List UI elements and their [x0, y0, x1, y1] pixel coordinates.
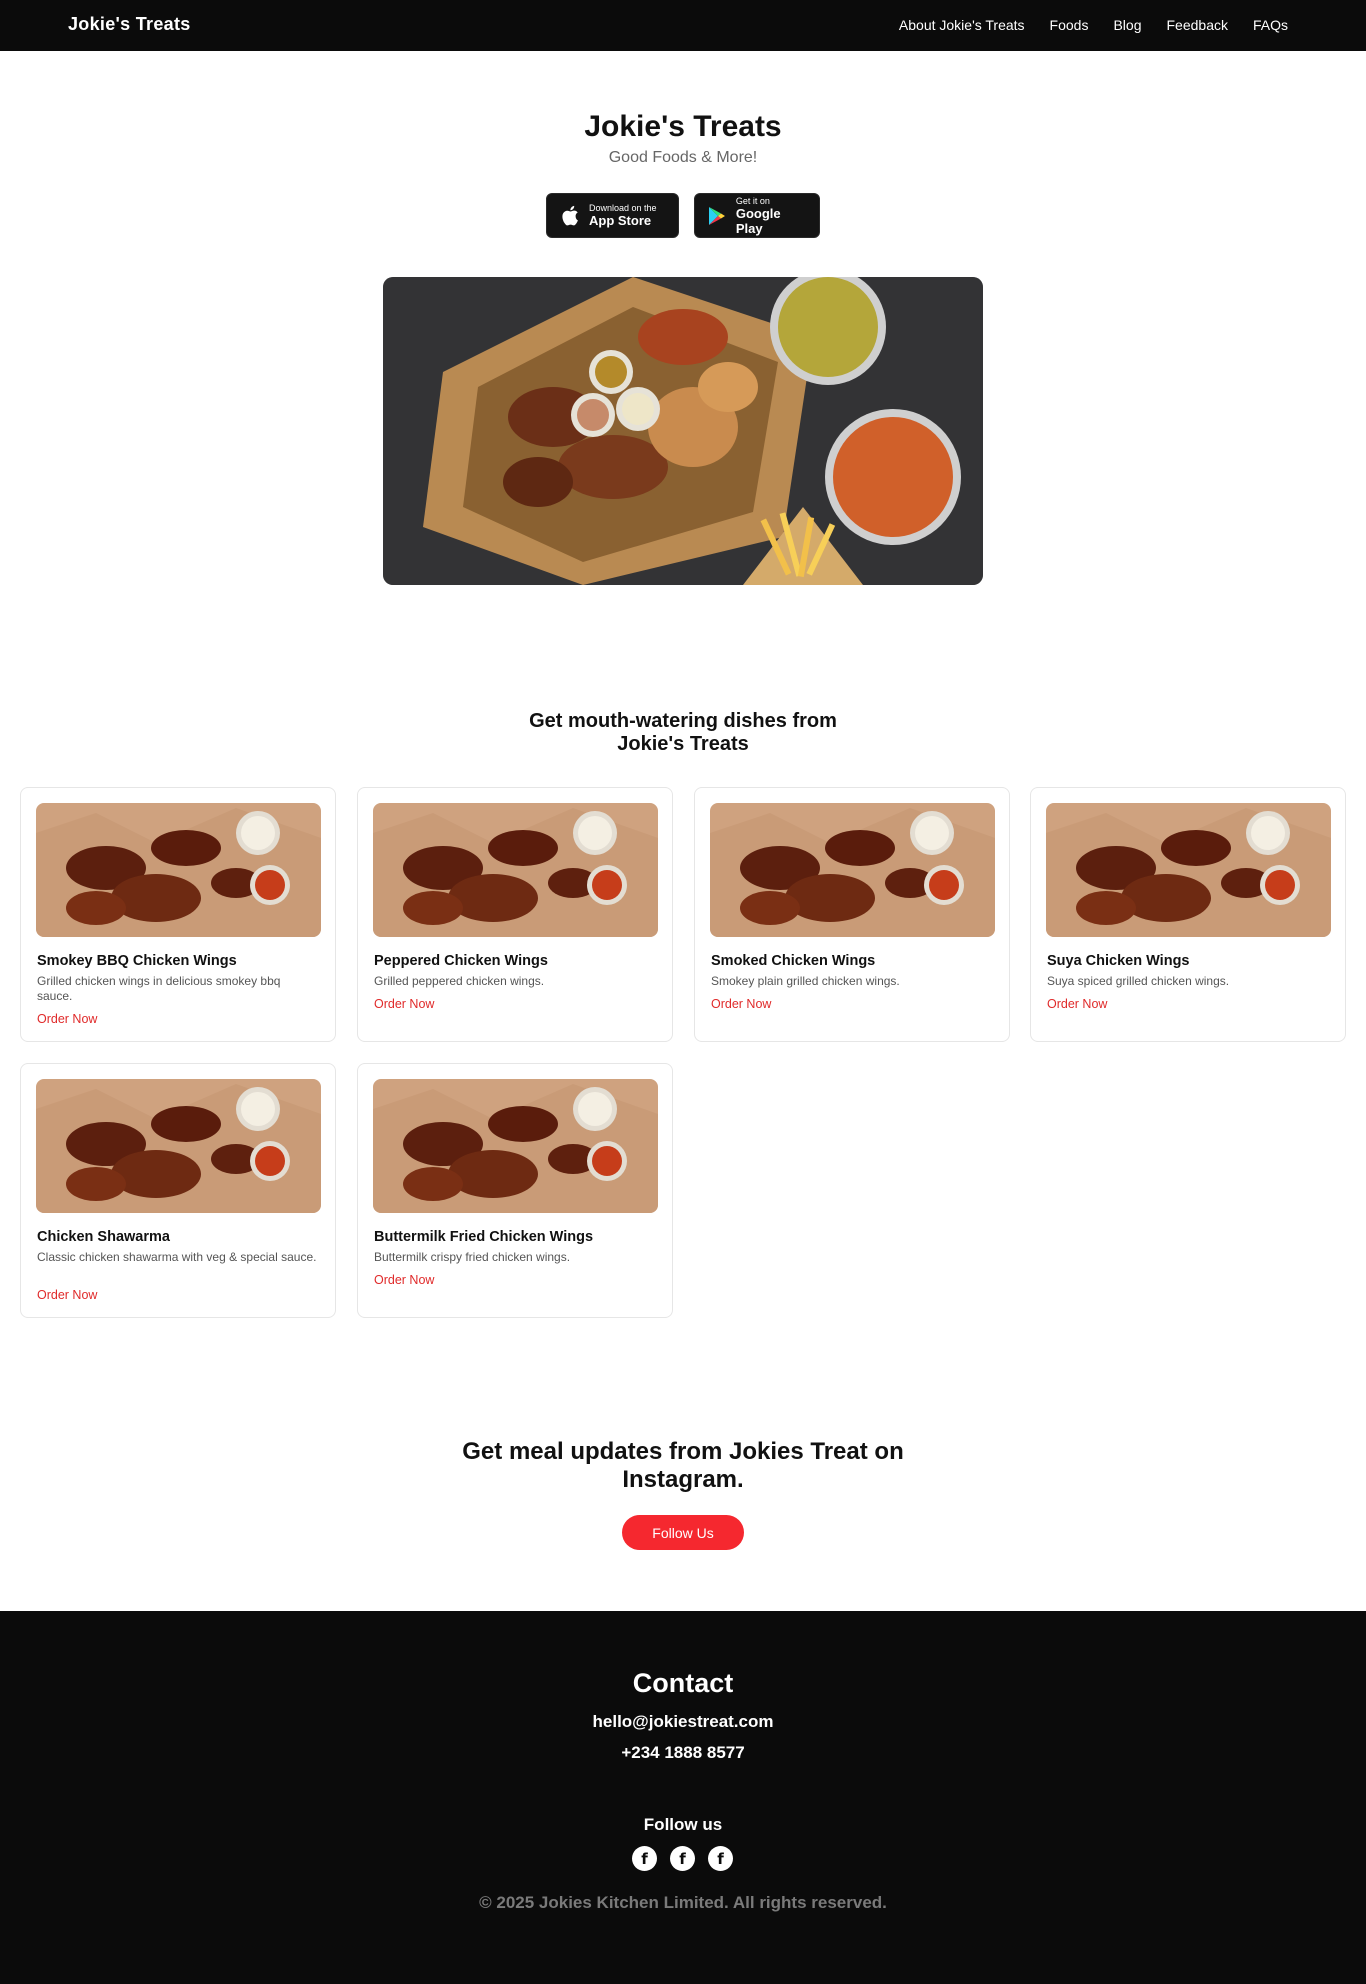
dish-name: Chicken Shawarma: [37, 1229, 170, 1245]
dish-card: Buttermilk Fried Chicken Wings Buttermil…: [357, 1063, 673, 1318]
brand-logo[interactable]: Jokie's Treats: [68, 14, 191, 35]
apple-icon: [559, 204, 581, 228]
dish-card: Peppered Chicken Wings Grilled peppered …: [357, 787, 673, 1042]
dish-name: Smoked Chicken Wings: [711, 953, 876, 969]
dish-image: [1046, 803, 1331, 937]
order-now-link[interactable]: Order Now: [374, 997, 434, 1011]
app-store-button[interactable]: Download on the App Store: [546, 193, 679, 238]
footer-phone[interactable]: +234 1888 8577: [0, 1743, 1366, 1763]
google-play-small-label: Get it on: [735, 195, 770, 206]
nav-links: About Jokie's Treats Foods Blog Feedback…: [899, 17, 1288, 33]
app-store-label: App Store: [589, 213, 652, 228]
dish-image: [36, 803, 321, 937]
facebook-icon[interactable]: f: [632, 1846, 657, 1871]
instagram-title-line2: Instagram.: [622, 1466, 744, 1493]
dish-description: Buttermilk crispy fried chicken wings.: [374, 1250, 571, 1264]
nav-link-foods[interactable]: Foods: [1050, 17, 1089, 33]
dish-image: [36, 1079, 321, 1213]
hero-title: Jokie's Treats: [584, 110, 782, 143]
google-play-button[interactable]: Get it on Google Play: [694, 193, 820, 238]
dish-card: Smoked Chicken Wings Smokey plain grille…: [694, 787, 1010, 1042]
nav-link-feedback[interactable]: Feedback: [1167, 17, 1228, 33]
dish-description: Smokey plain grilled chicken wings.: [711, 974, 900, 988]
facebook-icon[interactable]: f: [708, 1846, 733, 1871]
order-now-link[interactable]: Order Now: [37, 1288, 97, 1302]
google-play-label: Google Play: [735, 205, 781, 236]
order-now-link[interactable]: Order Now: [374, 1273, 434, 1287]
footer-social-links: f f f: [632, 1846, 733, 1871]
order-now-link[interactable]: Order Now: [1047, 997, 1107, 1011]
footer-contact-title: Contact: [632, 1668, 734, 1698]
nav-link-faqs[interactable]: FAQs: [1253, 17, 1288, 33]
hero-subtitle: Good Foods & More!: [608, 149, 758, 166]
hero-food-image: [383, 277, 983, 585]
dish-name: Buttermilk Fried Chicken Wings: [374, 1229, 594, 1245]
dishes-title-line1: Get mouth-watering dishes from: [529, 710, 837, 732]
dish-card: Smokey BBQ Chicken Wings Grilled chicken…: [20, 787, 336, 1042]
dish-name: Suya Chicken Wings: [1047, 953, 1190, 969]
dish-name: Peppered Chicken Wings: [374, 953, 548, 969]
dish-card: Suya Chicken Wings Suya spiced grilled c…: [1030, 787, 1346, 1042]
dishes-section-title: Get mouth-watering dishes from Jokie's T…: [483, 710, 883, 756]
nav-link-about[interactable]: About Jokie's Treats: [899, 17, 1025, 33]
dish-image: [710, 803, 995, 937]
dish-card: Chicken Shawarma Classic chicken shawarm…: [20, 1063, 336, 1318]
store-buttons: Download on the App Store Get it on Goog…: [546, 193, 820, 238]
order-now-link[interactable]: Order Now: [37, 1012, 97, 1026]
top-navbar: Jokie's Treats About Jokie's Treats Food…: [0, 0, 1366, 51]
dish-image: [373, 1079, 658, 1213]
dish-description: Suya spiced grilled chicken wings.: [1047, 974, 1230, 988]
dish-description: Classic chicken shawarma with veg & spec…: [37, 1250, 317, 1264]
dish-description: Grilled chicken wings in delicious smoke…: [37, 974, 281, 1003]
follow-us-button[interactable]: Follow Us: [622, 1515, 744, 1550]
instagram-title-line1: Get meal updates from Jokies Treat on: [462, 1438, 904, 1465]
dish-image: [373, 803, 658, 937]
nav-link-blog[interactable]: Blog: [1113, 17, 1141, 33]
footer-follow-title: Follow us: [643, 1815, 723, 1834]
facebook-icon[interactable]: f: [670, 1846, 695, 1871]
dish-description: Grilled peppered chicken wings.: [374, 974, 545, 988]
footer-email[interactable]: hello@jokiestreat.com: [0, 1712, 1366, 1732]
app-store-small-label: Download on the: [589, 203, 657, 213]
footer-copyright: © 2025 Jokies Kitchen Limited. All right…: [479, 1893, 887, 1912]
dish-name: Smokey BBQ Chicken Wings: [37, 953, 237, 969]
order-now-link[interactable]: Order Now: [711, 997, 771, 1011]
instagram-cta-title: Get meal updates from Jokies Treat on In…: [433, 1438, 933, 1494]
dishes-title-line2: Jokie's Treats: [617, 733, 749, 755]
google-play-icon: [707, 204, 728, 228]
footer: Contact hello@jokiestreat.com +234 1888 …: [0, 1611, 1366, 1984]
